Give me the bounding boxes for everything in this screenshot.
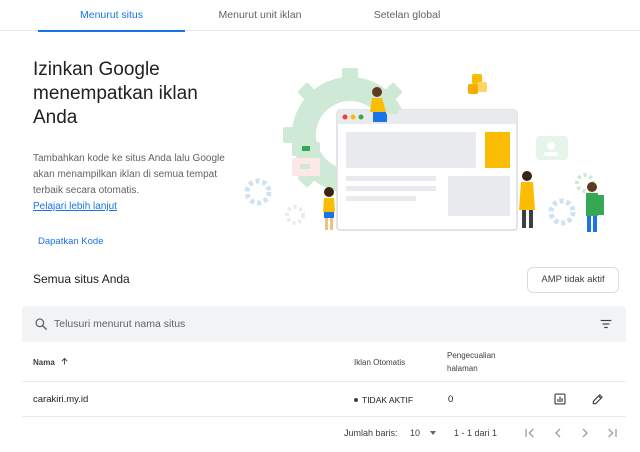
- tab-by-site-label: Menurut situs: [79, 9, 144, 21]
- status-text: TIDAK AKTIF: [362, 395, 414, 405]
- status-badge: TIDAK AKTIF: [354, 395, 413, 405]
- dropdown-caret-icon: [430, 431, 436, 435]
- tab-bar: Menurut situs Menurut unit iklan Setelan…: [0, 0, 640, 32]
- rows-per-page-select[interactable]: 10: [410, 425, 438, 441]
- hero-description: Tambahkan kode ke situs Anda lalu Google…: [33, 153, 225, 196]
- status-dot-icon: [354, 397, 358, 402]
- exclusions-count: 0: [448, 394, 454, 405]
- column-header-auto-ads: Iklan Otomatis: [354, 358, 406, 367]
- section-title: Semua situs Anda: [33, 272, 130, 286]
- previous-page-icon[interactable]: [550, 425, 566, 441]
- search-icon: [35, 318, 47, 330]
- learn-more-link[interactable]: Pelajari lebih lanjut: [33, 199, 117, 215]
- amp-toggle-button[interactable]: AMP tidak aktif: [527, 267, 619, 293]
- browser-window-illustration: [336, 109, 518, 231]
- report-icon[interactable]: [553, 392, 567, 406]
- rows-per-page-value: 10: [410, 428, 421, 438]
- person-illustration: [519, 171, 535, 228]
- filter-icon[interactable]: [599, 317, 613, 331]
- active-tab-indicator: [38, 30, 185, 32]
- column-header-page-exclusions: Pengecualian halaman: [447, 351, 496, 373]
- site-name[interactable]: carakiri.my.id: [33, 394, 88, 405]
- tab-by-site[interactable]: Menurut situs: [38, 0, 185, 32]
- last-page-icon[interactable]: [604, 425, 620, 441]
- search-input[interactable]: [54, 312, 534, 336]
- tab-by-ad-unit[interactable]: Menurut unit iklan: [200, 0, 320, 31]
- tab-by-ad-unit-label: Menurut unit iklan: [218, 9, 302, 21]
- pagination-range: 1 - 1 dari 1: [454, 428, 498, 438]
- next-page-icon[interactable]: [577, 425, 593, 441]
- edit-pencil-icon[interactable]: [591, 392, 605, 406]
- table-header: Nama Iklan Otomatis Pengecualian halaman: [22, 342, 626, 382]
- tab-global-settings-label: Setelan global: [373, 9, 441, 21]
- sort-arrow-up-icon[interactable]: [60, 357, 69, 366]
- get-code-button[interactable]: Dapatkan Kode: [38, 236, 104, 247]
- rows-per-page-label: Jumlah baris:: [344, 428, 398, 438]
- column-header-name[interactable]: Nama: [33, 358, 55, 367]
- table-row[interactable]: carakiri.my.id TIDAK AKTIF 0: [22, 382, 626, 417]
- auto-ads-illustration: [244, 68, 604, 232]
- first-page-icon[interactable]: [522, 425, 538, 441]
- search-bar: [22, 306, 626, 342]
- hero-title: Izinkan Google menempatkan iklan Anda: [33, 59, 198, 128]
- person-illustration: [586, 182, 604, 232]
- person-illustration: [323, 187, 335, 230]
- tab-global-settings[interactable]: Setelan global: [352, 0, 462, 31]
- pagination-bar: Jumlah baris: 10 1 - 1 dari 1: [0, 420, 640, 448]
